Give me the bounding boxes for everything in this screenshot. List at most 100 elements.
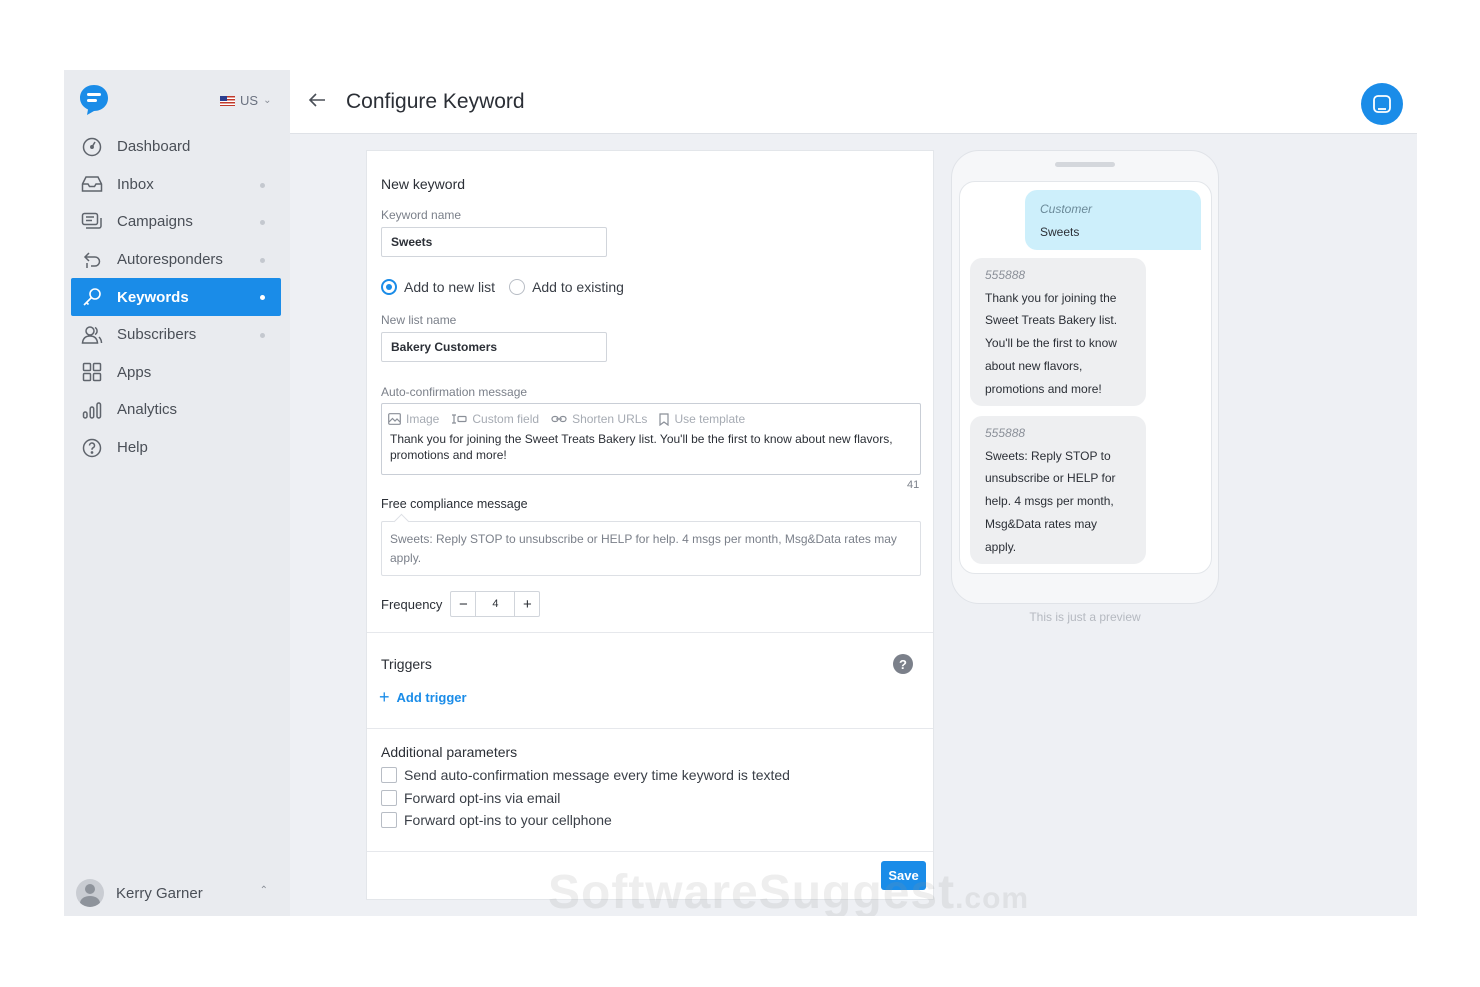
us-flag-icon [220, 95, 235, 106]
custom-field-tool-label: Custom field [472, 412, 540, 426]
add-trigger-label: Add trigger [396, 690, 467, 705]
sidebar-item-apps[interactable]: Apps [71, 354, 281, 392]
customer-bubble: Customer Sweets [1025, 190, 1201, 250]
apps-grid-icon [81, 361, 103, 383]
logo-icon[interactable] [79, 84, 109, 116]
auto-confirmation-label: Auto-confirmation message [381, 385, 528, 399]
keyword-name-input[interactable]: Sweets [381, 227, 607, 257]
auto-confirmation-textarea[interactable]: Thank you for joining the Sweet Treats B… [382, 426, 920, 468]
analytics-icon [81, 399, 103, 421]
use-template-button[interactable]: Use template [659, 412, 745, 426]
expand-dot-icon [260, 220, 265, 226]
sidebar-item-label: Help [117, 439, 148, 457]
add-trigger-button[interactable]: + Add trigger [379, 687, 467, 708]
increment-button[interactable]: + [515, 592, 539, 616]
phone-speaker [1055, 162, 1115, 167]
sidebar: US ⌄ Dashboard Inbox Campaigns Autorespo… [64, 70, 290, 916]
radio-new-label[interactable]: Add to new list [404, 279, 495, 295]
sidebar-item-label: Campaigns [117, 213, 193, 231]
chevron-up-icon: ⌃ [259, 885, 268, 896]
image-icon [388, 413, 401, 425]
chat-button[interactable] [1361, 83, 1403, 125]
editor-toolbar: Image Custom field Shorten URLs Use temp… [382, 404, 920, 426]
subscribers-icon [81, 324, 103, 346]
chat-icon [1373, 95, 1391, 113]
radio-add-to-existing[interactable] [509, 279, 526, 295]
checkbox-label: Send auto-confirmation message every tim… [404, 767, 790, 783]
param-forward-via-email[interactable]: Forward opt-ins via email [381, 790, 560, 806]
sidebar-item-dashboard[interactable]: Dashboard [71, 128, 281, 166]
section-divider [367, 851, 933, 852]
sidebar-item-label: Subscribers [117, 326, 197, 344]
compliance-message: Sweets: Reply STOP to unsubscribe or HEL… [381, 521, 921, 576]
list-name-label: New list name [381, 313, 457, 327]
custom-field-icon [452, 414, 467, 424]
checkbox-label: Forward opt-ins to your cellphone [404, 812, 612, 828]
insert-image-button[interactable]: Image [388, 412, 439, 426]
sidebar-item-label: Autoresponders [117, 251, 223, 269]
checkbox[interactable] [381, 790, 397, 806]
triggers-heading: Triggers [381, 656, 432, 672]
shorten-urls-tool-label: Shorten URLs [572, 412, 648, 426]
frequency-stepper: − 4 + [450, 591, 541, 617]
sidebar-item-campaigns[interactable]: Campaigns [71, 203, 281, 241]
keyword-form-card: New keyword Keyword name Sweets Add to n… [366, 150, 934, 900]
country-label: US [240, 93, 259, 108]
page-title: Configure Keyword [346, 90, 525, 113]
sidebar-item-label: Apps [117, 363, 152, 381]
additional-parameters-heading: Additional parameters [381, 744, 518, 760]
auto-confirmation-editor: Image Custom field Shorten URLs Use temp… [381, 403, 921, 475]
sidebar-item-help[interactable]: Help [71, 429, 281, 467]
decrement-button[interactable]: − [451, 592, 475, 616]
radio-existing-label[interactable]: Add to existing [532, 279, 624, 295]
preview-note: This is just a preview [1029, 610, 1141, 624]
frequency-value[interactable]: 4 [475, 592, 516, 616]
avatar [76, 879, 104, 907]
help-circle-icon [81, 437, 103, 459]
autoresponders-icon [81, 249, 103, 271]
watermark-suffix: .com [955, 882, 1030, 915]
checkbox-label: Forward opt-ins via email [404, 790, 561, 806]
sidebar-item-label: Dashboard [117, 138, 191, 156]
expand-dot-icon [260, 182, 265, 188]
compliance-label: Free compliance message [381, 497, 528, 511]
customer-label: Customer [1040, 202, 1093, 216]
app-window: US ⌄ Dashboard Inbox Campaigns Autorespo… [64, 70, 1417, 916]
sidebar-item-inbox[interactable]: Inbox [71, 166, 281, 204]
custom-field-button[interactable]: Custom field [451, 412, 539, 426]
watermark-text: SoftwareSuggest [548, 866, 956, 916]
sidebar-item-label: Inbox [117, 175, 154, 193]
sidebar-item-autoresponders[interactable]: Autoresponders [71, 241, 281, 279]
reply-bubble: 555888 Thank you for joining the Sweet T… [970, 258, 1146, 407]
campaigns-icon [81, 211, 103, 233]
triggers-help-icon[interactable]: ? [893, 654, 913, 674]
image-tool-label: Image [406, 412, 440, 426]
page-header: Configure Keyword [290, 70, 1417, 134]
chevron-down-icon: ⌄ [263, 95, 272, 106]
list-name-input[interactable]: Bakery Customers [381, 332, 607, 362]
character-counter: 41 [907, 479, 920, 491]
phone-preview: Customer Sweets 555888 Thank you for joi… [951, 150, 1219, 604]
radio-add-to-new-list[interactable] [381, 279, 397, 295]
expand-dot-icon [260, 332, 265, 338]
reply-text: Thank you for joining the Sweet Treats B… [985, 290, 1118, 396]
reply-bubble: 555888 Sweets: Reply STOP to unsubscribe… [970, 416, 1146, 565]
dashboard-icon [81, 136, 103, 158]
sidebar-item-analytics[interactable]: Analytics [71, 391, 281, 429]
new-keyword-heading: New keyword [381, 176, 466, 192]
section-divider [367, 632, 933, 633]
link-icon [551, 415, 567, 423]
shorten-urls-button[interactable]: Shorten URLs [551, 412, 647, 426]
list-choice-group: Add to new list Add to existing [381, 279, 624, 295]
back-arrow-icon[interactable] [307, 90, 327, 110]
checkbox[interactable] [381, 812, 397, 828]
param-forward-to-cellphone[interactable]: Forward opt-ins to your cellphone [381, 812, 612, 828]
param-auto-confirm-every-time[interactable]: Send auto-confirmation message every tim… [381, 767, 790, 783]
sidebar-item-keywords[interactable]: Keywords [71, 278, 281, 316]
plus-icon: + [379, 687, 390, 707]
user-menu[interactable]: Kerry Garner ⌃ [76, 879, 276, 907]
country-selector[interactable]: US ⌄ [220, 93, 271, 108]
sidebar-item-subscribers[interactable]: Subscribers [71, 316, 281, 354]
checkbox[interactable] [381, 767, 397, 783]
sidebar-item-label: Keywords [117, 288, 189, 306]
